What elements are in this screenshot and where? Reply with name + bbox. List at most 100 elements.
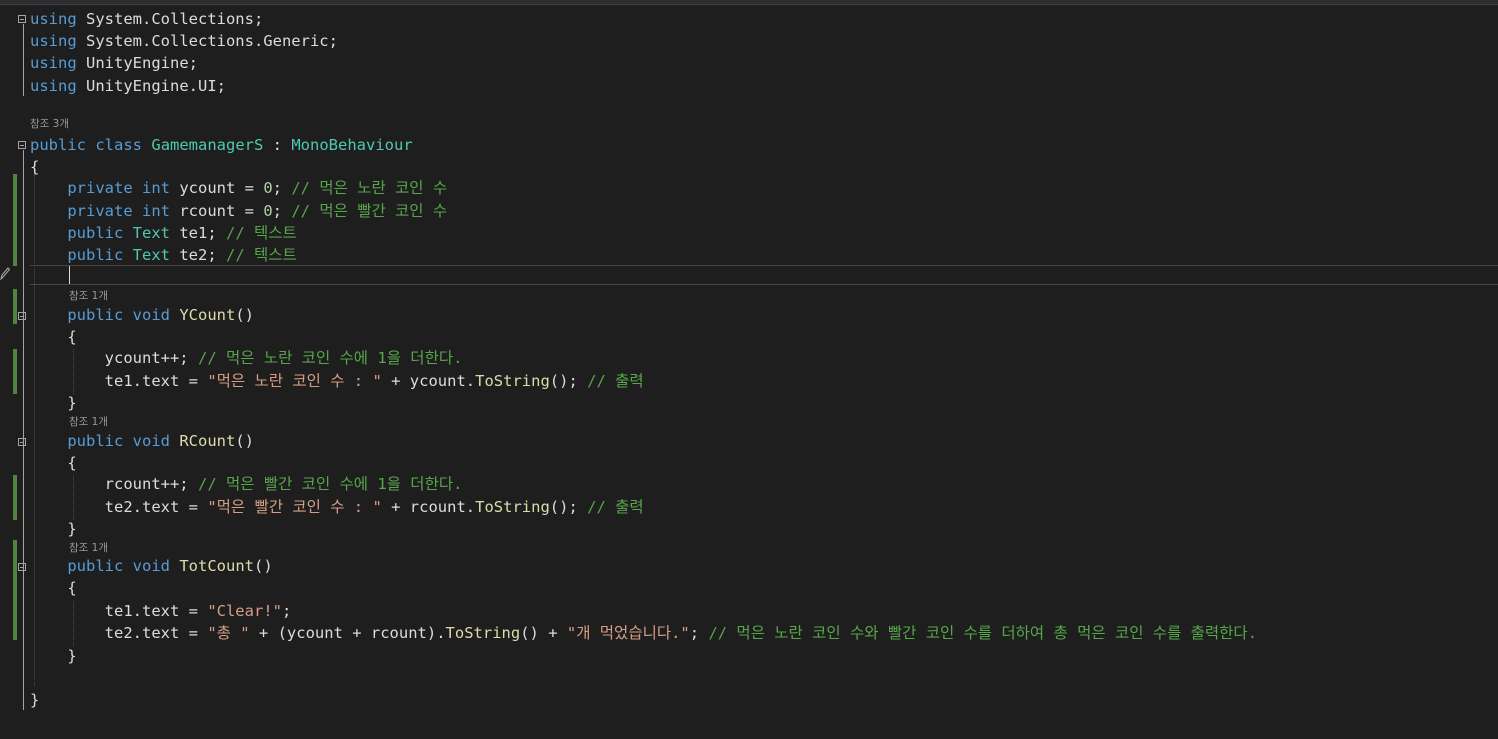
code-line-class-declaration[interactable]: public class GamemanagerS : MonoBehaviou… [30,134,413,156]
code-token: // 먹은 노란 코인 수와 빨간 코인 수를 더하여 총 먹은 코인 수를 출… [708,624,1258,642]
code-line-method-ycount-open-brace[interactable]: { [30,326,77,348]
code-token: GamemanagerS [151,136,264,154]
change-indicator-bar [13,475,17,520]
collapse-box-icon[interactable] [18,438,26,446]
collapse-box-icon[interactable] [18,563,26,571]
code-token: void [132,306,170,324]
code-token: ToString [475,498,550,516]
code-line-class-close-brace[interactable]: } [30,689,39,711]
outline-margin-line [23,447,24,532]
code-token: void [132,557,170,575]
text-caret [69,266,70,284]
code-token: using [30,54,77,72]
code-token: { [30,454,77,472]
code-token: public [67,224,124,242]
code-line-using-line-3[interactable]: using UnityEngine; [30,52,198,74]
change-indicator-bar [13,174,17,266]
code-token: ; [272,179,292,197]
code-token: Text [132,224,170,242]
code-line-using-line-2[interactable]: using System.Collections.Generic; [30,30,338,52]
code-line-te1-assign-line[interactable]: te1.text = "먹은 노란 코인 수 : " + ycount.ToSt… [30,370,644,392]
codelens-references-link[interactable]: 참조 1개 [69,289,108,303]
code-line-using-line-1[interactable]: using System.Collections; [30,8,263,30]
code-line-te1-clear-line[interactable]: te1.text = "Clear!"; [30,600,292,622]
code-token: class [95,136,143,154]
code-token: ycount = [170,179,264,197]
code-token: public [67,306,124,324]
code-line-method-totcount-signature[interactable]: public void TotCount() [30,555,272,577]
code-line-method-ycount-signature[interactable]: public void YCount() [30,304,254,326]
codelens-references-link[interactable]: 참조 3개 [30,117,69,131]
code-token: // 출력 [587,498,644,516]
code-token: public [67,557,124,575]
code-line-rcount-increment-line[interactable]: rcount++; // 먹은 빨간 코인 수에 1을 더한다. [30,473,463,495]
outline-margin-line [23,24,24,96]
code-line-method-rcount-close-brace[interactable]: } [30,518,77,540]
code-token: public [30,136,86,154]
code-token: int [142,202,170,220]
codelens-references-link[interactable]: 참조 1개 [69,415,108,429]
code-line-field-te1[interactable]: public Text te1; // 텍스트 [30,222,296,244]
code-token: // 먹은 노란 코인 수 [291,179,448,197]
pencil-icon[interactable] [0,266,10,280]
codelens-references-link[interactable]: 참조 1개 [69,541,108,555]
code-line-method-rcount-open-brace[interactable]: { [30,452,77,474]
code-token: ; [281,602,292,620]
code-line-field-te2[interactable]: public Text te2; // 텍스트 [30,244,296,266]
code-line-using-line-4[interactable]: using UnityEngine.UI; [30,75,226,97]
code-token: public [67,246,124,264]
code-line-method-ycount-close-brace[interactable]: } [30,392,76,414]
code-line-method-totcount-close-brace[interactable]: } [30,645,77,667]
code-token: te1.text = [30,372,208,390]
code-token: { [30,328,77,346]
code-token: ycount++; [30,349,198,367]
code-line-ycount-increment-line[interactable]: ycount++; // 먹은 노란 코인 수에 1을 더한다. [30,347,463,369]
code-token: "Clear!" [207,602,282,620]
outline-margin-line [23,572,24,657]
code-token: "먹은 빨간 코인 수 : " [207,498,382,516]
code-token: public [67,432,124,450]
code-line-field-rcount[interactable]: private int rcount = 0; // 먹은 빨간 코인 수 [30,200,447,222]
code-token: } [30,520,77,538]
collapse-box-icon[interactable] [18,141,26,149]
indent-guide [73,475,74,520]
code-token: UnityEngine.UI; [76,77,226,95]
collapse-box-icon[interactable] [18,312,26,320]
code-token: System.Collections.Generic; [76,32,338,50]
code-token: (); [549,498,588,516]
code-line-te2-total-line[interactable]: te2.text = "총 " + (ycount + rcount).ToSt… [30,622,1257,644]
code-line-method-rcount-signature[interactable]: public void RCount() [30,430,254,452]
code-token: ; [272,202,292,220]
code-token: } [30,647,77,665]
code-token: using [30,77,77,95]
code-line-method-totcount-open-brace[interactable]: { [30,577,76,599]
code-line-field-ycount[interactable]: private int ycount = 0; // 먹은 노란 코인 수 [30,177,447,199]
code-token: TotCount [179,557,254,575]
collapse-box-icon[interactable] [18,15,26,23]
current-line-highlight [30,265,1498,285]
code-token: () [235,306,255,324]
code-token: private [67,202,133,220]
code-token: rcount++; [30,475,198,493]
code-line-te2-assign-line[interactable]: te2.text = "먹은 빨간 코인 수 : " + rcount.ToSt… [30,496,644,518]
code-token: private [67,179,133,197]
change-indicator-bar [13,289,17,324]
code-editor[interactable]: using System.Collections; using System.Co… [0,4,1498,739]
code-token: void [132,432,170,450]
code-token: () + [520,624,567,642]
code-token: using [30,10,77,28]
code-token: System.Collections; [76,10,264,28]
